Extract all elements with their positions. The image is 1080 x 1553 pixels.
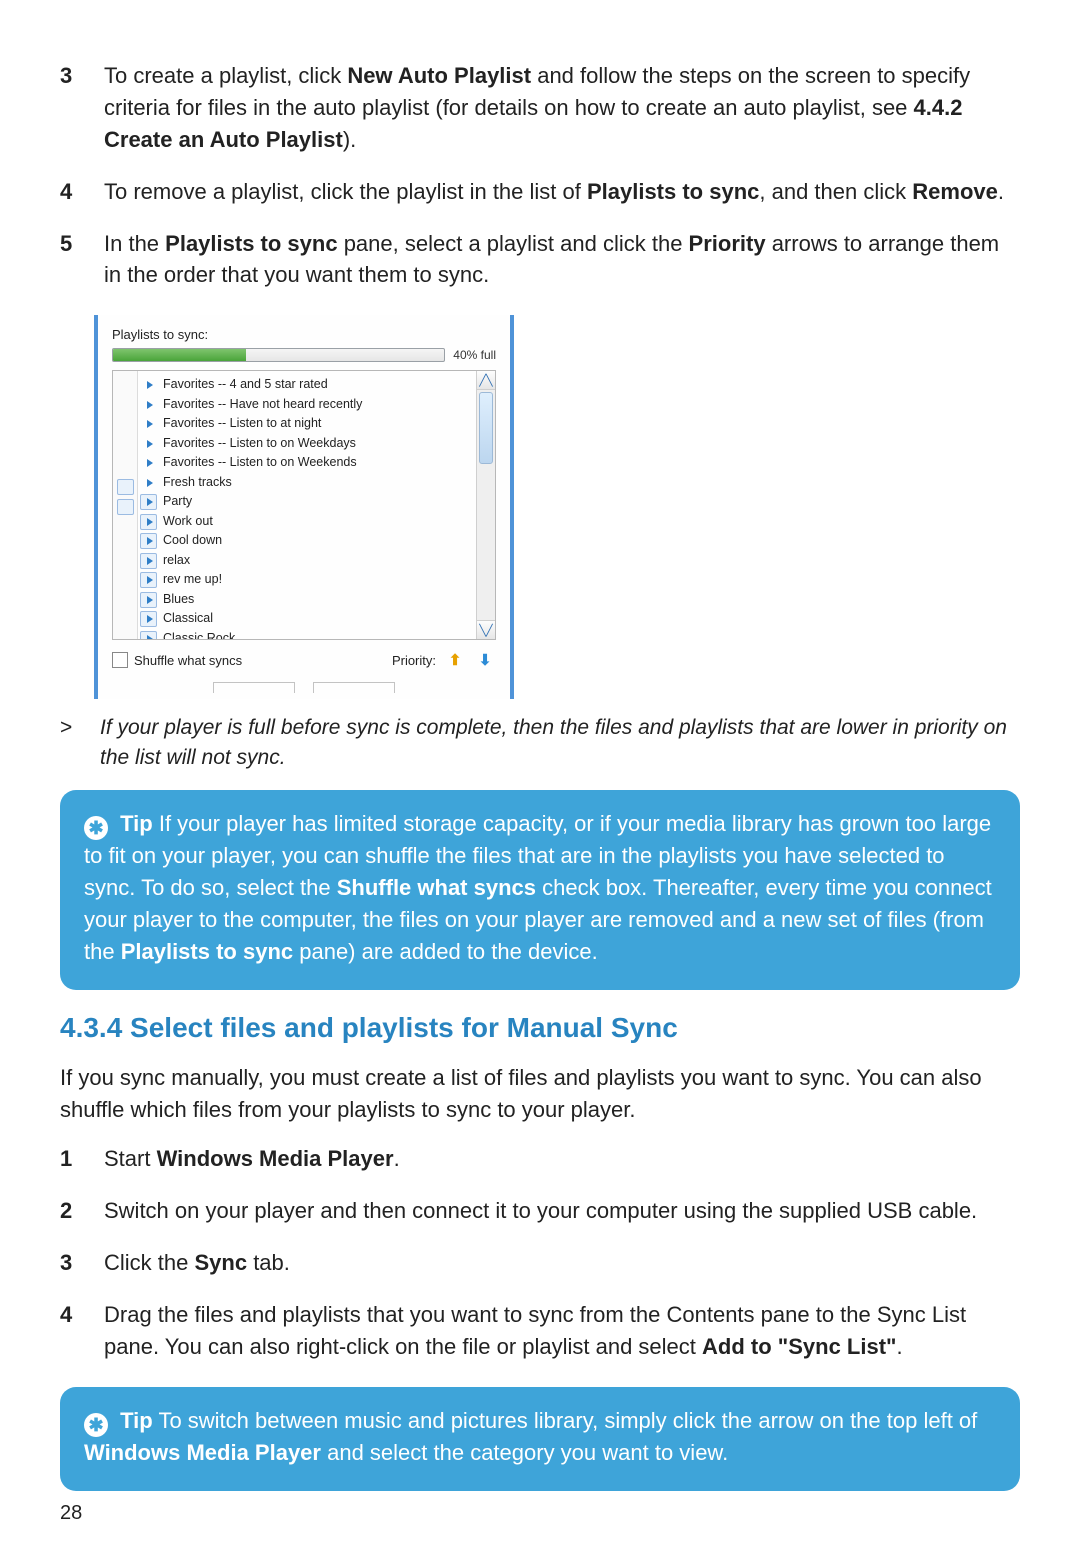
step-item: 3To create a playlist, click New Auto Pl… [60, 60, 1020, 156]
scroll-down-button[interactable]: ╲╱ [477, 620, 495, 639]
shuffle-label: Shuffle what syncs [134, 653, 242, 668]
playlist-row[interactable]: Favorites -- Listen to at night [138, 414, 476, 434]
playlist-label: relax [163, 552, 190, 570]
playlist-play-icon [140, 592, 157, 608]
playlist-play-icon [140, 455, 157, 471]
playlist-row[interactable]: Party [138, 492, 476, 512]
tip-body: If your player has limited storage capac… [84, 811, 992, 964]
playlist-play-icon [140, 533, 157, 549]
playlist-row[interactable]: Classic Rock [138, 629, 476, 640]
step-item: 5 In the Playlists to sync pane, select a… [60, 228, 1020, 292]
tip-box-shuffle: ✱ Tip If your player has limited storage… [60, 790, 1020, 990]
step-text: Click the Sync tab. [104, 1247, 1020, 1279]
playlist-play-icon [140, 572, 157, 588]
note-text: If your player is full before sync is co… [100, 713, 1020, 772]
scroll-up-button[interactable]: ╱╲ [477, 371, 495, 390]
capacity-row: 40% full [112, 348, 496, 362]
list-gutter [113, 371, 138, 639]
playlist-play-icon [140, 436, 157, 452]
page-number: 28 [60, 1502, 82, 1525]
playlists-sync-screenshot: Playlists to sync: 40% full Favorites --… [94, 315, 1020, 699]
step-number: 4 [60, 176, 82, 208]
playlist-label: Cool down [163, 532, 222, 550]
playlist-play-icon [140, 475, 157, 491]
playlist-row[interactable]: Favorites -- 4 and 5 star rated [138, 375, 476, 395]
shuffle-what-syncs-checkbox[interactable]: Shuffle what syncs [112, 652, 242, 668]
tip-icon: ✱ [84, 1413, 108, 1437]
playlist-row[interactable]: Favorites -- Listen to on Weekends [138, 453, 476, 473]
step-item: 1 Start Windows Media Player. [60, 1143, 1020, 1175]
tip-icon: ✱ [84, 816, 108, 840]
tip-label: Tip [120, 811, 153, 836]
step-item: 3 Click the Sync tab. [60, 1247, 1020, 1279]
tip-box-library-switch: ✱ Tip To switch between music and pictur… [60, 1387, 1020, 1491]
numbered-steps-b: 1 Start Windows Media Player. 2 Switch on y… [60, 1143, 1020, 1362]
dialog-button[interactable] [213, 682, 295, 693]
playlist-label: Classical [163, 610, 213, 628]
scrollbar[interactable]: ╱╲ ╲╱ [476, 371, 495, 639]
playlist-row[interactable]: Work out [138, 512, 476, 532]
dialog-buttons-row [112, 682, 496, 693]
playlist-label: Blues [163, 591, 194, 609]
playlist-label: Work out [163, 513, 213, 531]
checkbox-box[interactable] [112, 652, 128, 668]
playlist-row[interactable]: Favorites -- Have not heard recently [138, 395, 476, 415]
step-number: 5 [60, 228, 82, 292]
section-heading: 4.3.4 Select files and playlists for Man… [60, 1012, 1020, 1044]
playlist-label: Party [163, 493, 192, 511]
priority-up-button[interactable]: ⬆ [444, 650, 466, 670]
step-text: Drag the files and playlists that you wa… [104, 1299, 1020, 1363]
section-intro: If you sync manually, you must create a … [60, 1062, 1020, 1126]
playlist-row[interactable]: Blues [138, 590, 476, 610]
playlist-label: Fresh tracks [163, 474, 232, 492]
playlist-label: Favorites -- 4 and 5 star rated [163, 376, 328, 394]
step-text: To create a playlist, click New Auto Pla… [104, 60, 1020, 156]
tip-label: Tip [120, 1408, 153, 1433]
playlist-label: Classic Rock [163, 630, 235, 640]
playlist-label: Favorites -- Listen to on Weekdays [163, 435, 356, 453]
step-item: 2 Switch on your player and then connect … [60, 1195, 1020, 1227]
step-number: 3 [60, 60, 82, 156]
step-number: 3 [60, 1247, 82, 1279]
priority-note: > If your player is full before sync is … [60, 713, 1020, 772]
step-item: 4 To remove a playlist, click the playlis… [60, 176, 1020, 208]
step-text: To remove a playlist, click the playlist… [104, 176, 1020, 208]
playlists-sync-title: Playlists to sync: [112, 327, 496, 342]
step-text: Start Windows Media Player. [104, 1143, 1020, 1175]
playlist-label: Favorites -- Listen to on Weekends [163, 454, 357, 472]
playlist-play-icon [140, 416, 157, 432]
playlist-row[interactable]: Cool down [138, 531, 476, 551]
step-number: 2 [60, 1195, 82, 1227]
playlist-row[interactable]: Favorites -- Listen to on Weekdays [138, 434, 476, 454]
playlist-label: rev me up! [163, 571, 222, 589]
playlist-row[interactable]: Fresh tracks [138, 473, 476, 493]
playlist-play-icon [140, 611, 157, 627]
step-text: In the Playlists to sync pane, select a … [104, 228, 1020, 292]
playlist-row[interactable]: Classical [138, 609, 476, 629]
playlist-row[interactable]: relax [138, 551, 476, 571]
capacity-label: 40% full [453, 348, 496, 362]
playlist-play-icon [140, 494, 157, 510]
playlist-play-icon [140, 631, 157, 640]
playlist-row[interactable]: rev me up! [138, 570, 476, 590]
note-bullet: > [60, 713, 82, 772]
numbered-steps-a: 3To create a playlist, click New Auto Pl… [60, 60, 1020, 291]
step-text: Switch on your player and then connect i… [104, 1195, 1020, 1227]
dialog-button[interactable] [313, 682, 395, 693]
step-item: 4 Drag the files and playlists that you w… [60, 1299, 1020, 1363]
playlists-listbox[interactable]: Favorites -- 4 and 5 star rated Favorites… [112, 370, 496, 640]
playlist-play-icon [140, 377, 157, 393]
step-number: 4 [60, 1299, 82, 1363]
playlist-label: Favorites -- Have not heard recently [163, 396, 362, 414]
playlist-play-icon [140, 553, 157, 569]
tip-body: To switch between music and pictures lib… [84, 1408, 977, 1465]
playlist-label: Favorites -- Listen to at night [163, 415, 321, 433]
capacity-bar [112, 348, 445, 362]
step-number: 1 [60, 1143, 82, 1175]
priority-down-button[interactable]: ⬇ [474, 650, 496, 670]
playlist-play-icon [140, 514, 157, 530]
scroll-thumb[interactable] [479, 392, 493, 464]
priority-label: Priority: [392, 653, 436, 668]
playlist-play-icon [140, 397, 157, 413]
